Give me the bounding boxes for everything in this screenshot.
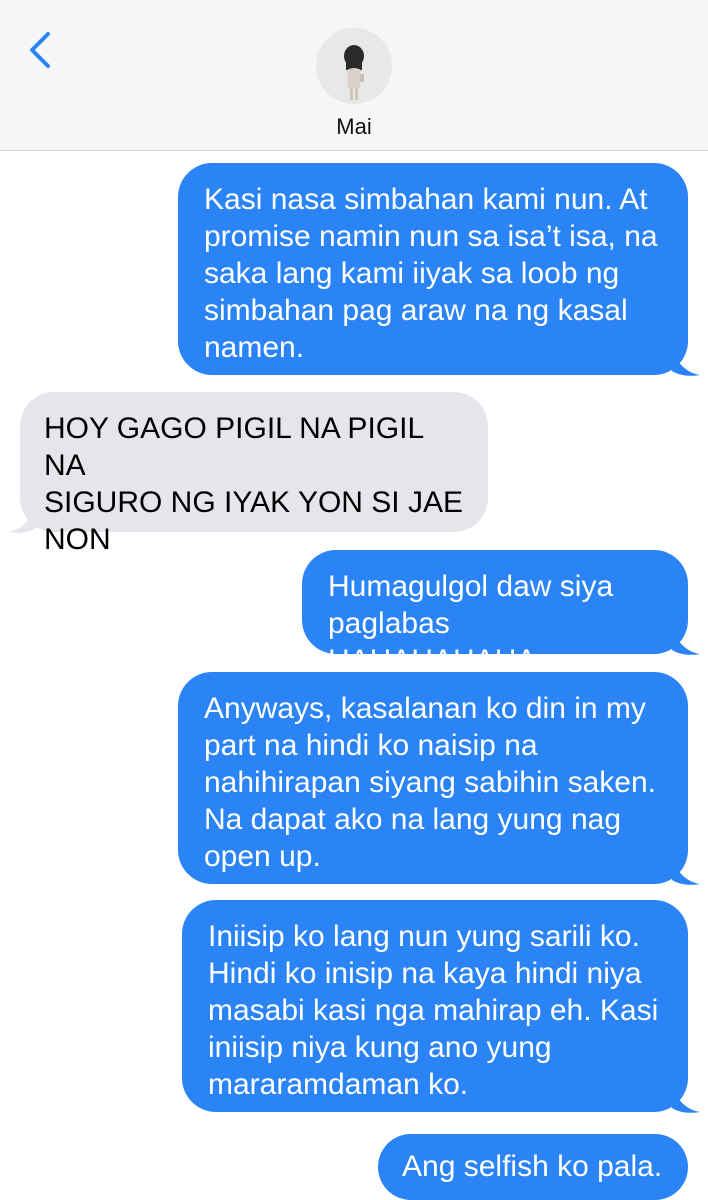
- message-bubble-sent[interactable]: Ang selfish ko pala.: [378, 1134, 688, 1200]
- avatar-photo-icon: [316, 28, 392, 104]
- message-bubble-sent[interactable]: Humagulgol daw siya paglabas HAHAHAHAHA: [302, 550, 688, 677]
- bubble-tail: [672, 854, 700, 885]
- message-bubble-sent[interactable]: Anyways, kasalanan ko din in my part na …: [178, 672, 688, 884]
- bubble-tail: [672, 345, 700, 376]
- chevron-left-icon: [30, 32, 50, 68]
- contact-avatar[interactable]: [316, 28, 392, 104]
- conversation-header: Mai: [0, 0, 708, 151]
- message-bubble-sent[interactable]: Kasi nasa simbahan kami nun. At promise …: [178, 163, 688, 375]
- back-button[interactable]: [22, 28, 62, 72]
- message-bubble-received[interactable]: HOY GAGO PIGIL NA PIGIL NA SIGURO NG IYA…: [20, 392, 488, 556]
- bubble-tail: [672, 1082, 700, 1113]
- message-bubble-sent[interactable]: Iniisip ko lang nun yung sarili ko. Hind…: [182, 900, 688, 1112]
- bubble-tail: [8, 502, 36, 533]
- bubble-tail: [672, 624, 700, 655]
- contact-name[interactable]: Mai: [0, 114, 708, 140]
